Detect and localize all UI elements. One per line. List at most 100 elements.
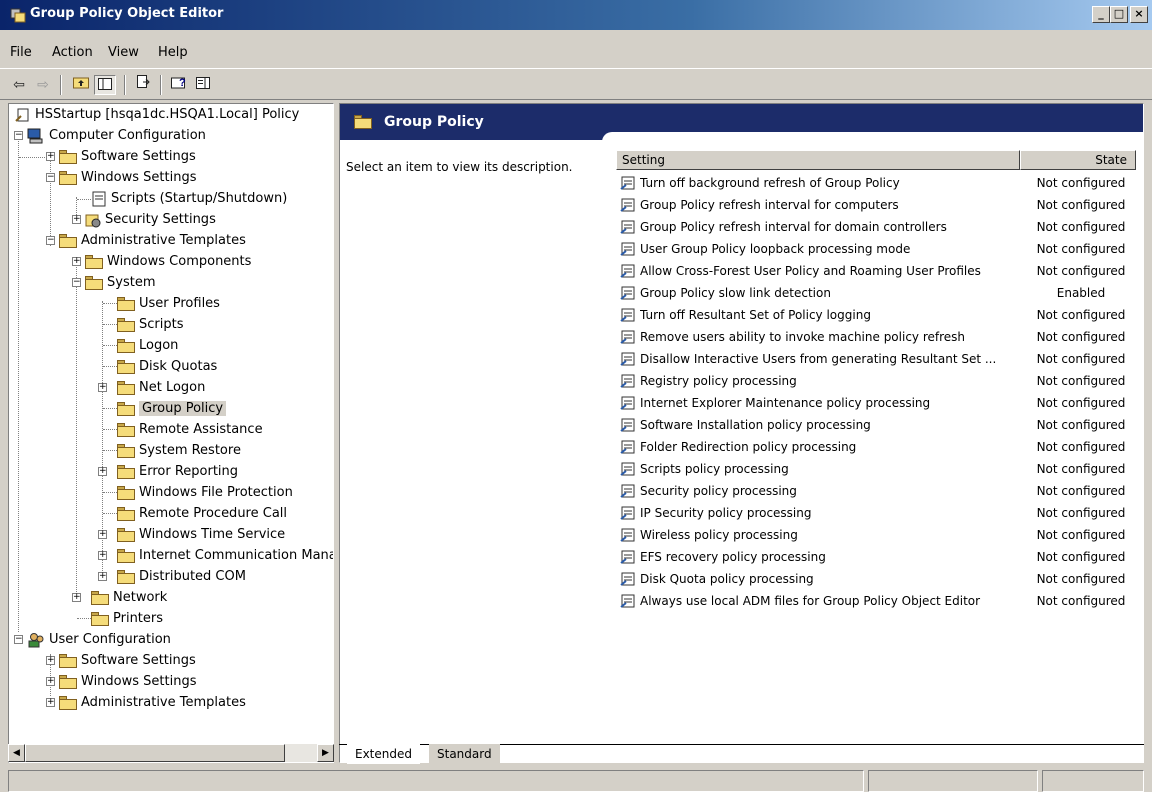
- column-header-state[interactable]: State: [1020, 150, 1136, 170]
- tree-root-policy[interactable]: HSStartup [hsqa1dc.HSQA1.Local] Policy: [15, 105, 299, 125]
- tree-system[interactable]: System: [85, 273, 155, 293]
- tree-scripts-startup-shutdown[interactable]: Scripts (Startup/Shutdown): [91, 189, 287, 209]
- table-row[interactable]: Remove users ability to invoke machine p…: [616, 326, 1140, 348]
- tree-windows-time-service[interactable]: Windows Time Service: [117, 525, 285, 545]
- tree-connector: [77, 618, 91, 619]
- menu-action[interactable]: Action: [52, 45, 93, 60]
- export-list-icon[interactable]: [132, 75, 154, 95]
- tree-remote-procedure-call[interactable]: Remote Procedure Call: [117, 504, 287, 524]
- tree-computer-configuration[interactable]: Computer Configuration: [27, 126, 206, 146]
- tree-user-software-settings[interactable]: Software Settings: [59, 651, 196, 671]
- expand-toggle[interactable]: +: [46, 698, 55, 707]
- tree-logon[interactable]: Logon: [117, 336, 178, 356]
- help-icon[interactable]: ?: [168, 75, 190, 95]
- tree-printers[interactable]: Printers: [91, 609, 163, 629]
- up-folder-icon[interactable]: [70, 75, 92, 95]
- back-arrow-icon[interactable]: ⇦: [8, 75, 30, 95]
- expand-toggle[interactable]: +: [98, 551, 107, 560]
- table-row[interactable]: Group Policy slow link detection Enabled: [616, 282, 1140, 304]
- tree-software-settings[interactable]: Software Settings: [59, 147, 196, 167]
- expand-toggle[interactable]: +: [72, 593, 81, 602]
- table-row[interactable]: EFS recovery policy processing Not config…: [616, 546, 1140, 568]
- folder-icon: [59, 674, 77, 689]
- table-row[interactable]: Folder Redirection policy processing Not …: [616, 436, 1140, 458]
- collapse-toggle[interactable]: −: [72, 278, 81, 287]
- collapse-toggle[interactable]: −: [46, 236, 55, 245]
- scroll-left-icon[interactable]: ◀: [8, 744, 25, 762]
- menu-file[interactable]: File: [10, 45, 32, 60]
- tree-windows-file-protection[interactable]: Windows File Protection: [117, 483, 293, 503]
- minimize-button[interactable]: _: [1092, 6, 1110, 23]
- collapse-toggle[interactable]: −: [46, 173, 55, 182]
- tree-windows-settings[interactable]: Windows Settings: [59, 168, 196, 188]
- menu-view[interactable]: View: [108, 45, 139, 60]
- tree-network[interactable]: Network: [91, 588, 167, 608]
- collapse-toggle[interactable]: −: [14, 635, 23, 644]
- table-row[interactable]: User Group Policy loopback processing mo…: [616, 238, 1140, 260]
- table-row[interactable]: Scripts policy processing Not configured: [616, 458, 1140, 480]
- tree-user-profiles[interactable]: User Profiles: [117, 294, 220, 314]
- collapse-toggle[interactable]: −: [14, 131, 23, 140]
- expand-toggle[interactable]: +: [72, 257, 81, 266]
- properties-icon[interactable]: [192, 75, 214, 95]
- tree-user-configuration[interactable]: User Configuration: [27, 630, 171, 650]
- policy-setting-icon: [620, 176, 635, 190]
- tree-horizontal-scrollbar[interactable]: ◀ ▶: [8, 744, 334, 762]
- table-row[interactable]: Always use local ADM files for Group Pol…: [616, 590, 1140, 612]
- toolbar-separator: [160, 75, 162, 95]
- close-button[interactable]: ×: [1130, 6, 1148, 23]
- scroll-thumb[interactable]: [25, 744, 285, 762]
- tree-user-administrative-templates[interactable]: Administrative Templates: [59, 693, 246, 713]
- scroll-right-icon[interactable]: ▶: [317, 744, 334, 762]
- setting-state: Not configured: [1036, 220, 1126, 234]
- menu-help[interactable]: Help: [158, 45, 188, 60]
- tree-scripts[interactable]: Scripts: [117, 315, 183, 335]
- table-row[interactable]: Wireless policy processing Not configured: [616, 524, 1140, 546]
- tree-distributed-com[interactable]: Distributed COM: [117, 567, 246, 587]
- table-row[interactable]: Allow Cross-Forest User Policy and Roami…: [616, 260, 1140, 282]
- tree-group-policy[interactable]: Group Policy: [117, 399, 227, 419]
- table-row[interactable]: Registry policy processing Not configured: [616, 370, 1140, 392]
- tree-administrative-templates[interactable]: Administrative Templates: [59, 231, 246, 251]
- expand-toggle[interactable]: +: [98, 530, 107, 539]
- expand-toggle[interactable]: +: [72, 215, 81, 224]
- tree-error-reporting[interactable]: Error Reporting: [117, 462, 238, 482]
- policy-setting-icon: [620, 330, 635, 344]
- tree-security-settings[interactable]: Security Settings: [85, 210, 216, 230]
- tree-windows-components[interactable]: Windows Components: [85, 252, 251, 272]
- setting-name: Registry policy processing: [640, 374, 797, 388]
- table-row[interactable]: Disk Quota policy processing Not configur…: [616, 568, 1140, 590]
- tab-extended[interactable]: Extended: [347, 744, 420, 764]
- table-row[interactable]: IP Security policy processing Not configu…: [616, 502, 1140, 524]
- console-tree[interactable]: HSStartup [hsqa1dc.HSQA1.Local] Policy −…: [8, 103, 334, 763]
- table-row[interactable]: Software Installation policy processing N…: [616, 414, 1140, 436]
- tree-system-restore[interactable]: System Restore: [117, 441, 241, 461]
- table-row[interactable]: Security policy processing Not configured: [616, 480, 1140, 502]
- setting-state: Not configured: [1036, 506, 1126, 520]
- expand-toggle[interactable]: +: [46, 152, 55, 161]
- show-hide-tree-icon[interactable]: [94, 75, 116, 95]
- tree-net-logon[interactable]: Net Logon: [117, 378, 205, 398]
- tree-disk-quotas[interactable]: Disk Quotas: [117, 357, 217, 377]
- toolbar-separator: [60, 75, 62, 95]
- tree-user-windows-settings[interactable]: Windows Settings: [59, 672, 196, 692]
- forward-arrow-icon[interactable]: ⇨: [32, 75, 54, 95]
- tab-standard[interactable]: Standard: [429, 744, 500, 764]
- tree-remote-assistance[interactable]: Remote Assistance: [117, 420, 263, 440]
- expand-toggle[interactable]: +: [98, 383, 107, 392]
- table-row[interactable]: Internet Explorer Maintenance policy pro…: [616, 392, 1140, 414]
- expand-toggle[interactable]: +: [98, 572, 107, 581]
- table-row[interactable]: Group Policy refresh interval for domain…: [616, 216, 1140, 238]
- folder-icon: [59, 653, 77, 668]
- table-row[interactable]: Group Policy refresh interval for comput…: [616, 194, 1140, 216]
- expand-toggle[interactable]: +: [98, 467, 107, 476]
- expand-toggle[interactable]: +: [46, 656, 55, 665]
- expand-toggle[interactable]: +: [46, 677, 55, 686]
- column-header-setting[interactable]: Setting: [616, 150, 1020, 170]
- maximize-button[interactable]: □: [1110, 6, 1128, 23]
- tree-internet-communication[interactable]: Internet Communication Mana: [117, 546, 333, 566]
- table-row[interactable]: Disallow Interactive Users from generati…: [616, 348, 1140, 370]
- table-row[interactable]: Turn off background refresh of Group Pol…: [616, 172, 1140, 194]
- table-row[interactable]: Turn off Resultant Set of Policy logging…: [616, 304, 1140, 326]
- folder-icon: [117, 464, 135, 479]
